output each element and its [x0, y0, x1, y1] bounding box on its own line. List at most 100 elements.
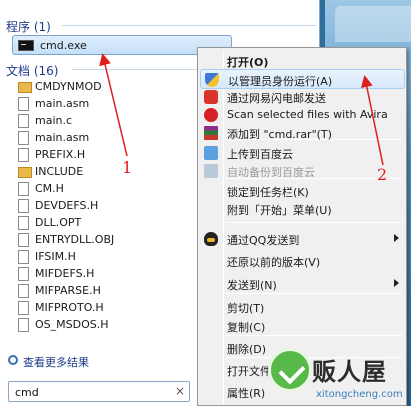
file-icon — [18, 250, 29, 264]
document-label: CM.H — [35, 182, 64, 195]
search-box[interactable]: × — [8, 381, 190, 402]
document-item[interactable]: IFSIM.H — [18, 249, 218, 266]
document-item[interactable]: main.asm — [18, 96, 218, 113]
file-icon — [18, 148, 29, 162]
menu-item-label: 属性(R) — [227, 387, 266, 400]
menu-separator — [226, 178, 402, 179]
document-label: MIFPARSE.H — [35, 284, 101, 297]
document-label: main.asm — [35, 131, 90, 144]
document-label: PREFIX.H — [35, 148, 86, 161]
menu-item-label: 删除(D) — [227, 343, 267, 356]
document-item[interactable]: main.c — [18, 113, 218, 130]
submenu-arrow-icon — [394, 279, 399, 287]
menu-item-label: Scan selected files with Avira — [227, 108, 388, 121]
menu-item-label: 上传到百度云 — [227, 148, 293, 161]
file-icon — [18, 301, 29, 315]
search-icon — [8, 355, 18, 365]
document-item[interactable]: main.asm — [18, 130, 218, 147]
file-icon — [18, 318, 29, 332]
qq-icon — [204, 232, 218, 246]
menu-item[interactable]: 锁定到任务栏(K) — [200, 181, 405, 201]
menu-separator — [226, 293, 402, 294]
watermark-logo — [268, 348, 312, 392]
menu-item-label: 添加到 "cmd.rar"(T) — [227, 128, 332, 141]
document-item[interactable]: MIFPROTO.H — [18, 300, 218, 317]
annotation-label-1: 1 — [122, 158, 133, 177]
divider — [62, 25, 316, 26]
menu-item[interactable]: 复制(C) — [200, 316, 405, 336]
document-item[interactable]: INCLUDE — [18, 164, 218, 181]
annotation-label-2: 2 — [377, 165, 388, 184]
menu-separator — [226, 335, 402, 336]
program-result-label: cmd.exe — [40, 39, 87, 52]
menu-item-label: 锁定到任务栏(K) — [227, 186, 309, 199]
menu-item[interactable]: 打开(O) — [200, 51, 405, 71]
avira-icon — [204, 108, 218, 122]
file-icon — [18, 216, 29, 230]
document-label: ENTRYDLL.OBJ — [35, 233, 115, 246]
file-icon — [18, 233, 29, 247]
baidu-cloud-icon — [204, 146, 218, 160]
documents-group-header[interactable]: 文档 (16) — [6, 62, 58, 79]
menu-item-label: 打开(O) — [227, 56, 269, 69]
search-input[interactable] — [15, 385, 165, 399]
winrar-icon — [204, 126, 218, 140]
menu-item[interactable]: 还原以前的版本(V) — [200, 251, 405, 271]
clear-search-icon[interactable]: × — [175, 384, 185, 398]
document-item[interactable]: MIFPARSE.H — [18, 283, 218, 300]
menu-item[interactable]: 发送到(N) — [200, 274, 405, 294]
menu-item-label: 复制(C) — [227, 321, 266, 334]
document-item[interactable]: OS_MSDOS.H — [18, 317, 218, 334]
watermark-text: 贩人屋 — [312, 357, 387, 386]
document-label: DLL.OPT — [35, 216, 82, 229]
submenu-arrow-icon — [394, 234, 399, 242]
document-label: OS_MSDOS.H — [35, 318, 109, 331]
document-label: CMDYNMOD — [35, 80, 102, 93]
file-icon — [18, 131, 29, 145]
menu-item-label: 剪切(T) — [227, 302, 265, 315]
menu-item[interactable]: 剪切(T) — [200, 297, 405, 317]
document-item[interactable]: CMDYNMOD — [18, 79, 218, 96]
menu-item-label: 发送到(N) — [227, 279, 277, 292]
folder-icon — [18, 167, 32, 178]
programs-group-header[interactable]: 程序 (1) — [6, 18, 51, 35]
file-icon — [18, 114, 29, 128]
file-icon — [18, 97, 29, 111]
folder-icon — [18, 82, 32, 93]
document-label: MIFDEFS.H — [35, 267, 95, 280]
document-item[interactable]: CM.H — [18, 181, 218, 198]
baidu-cloud-disabled-icon — [204, 164, 218, 178]
menu-item-label: 附到「开始」菜单(U) — [227, 204, 332, 217]
document-label: DEVDEFS.H — [35, 199, 99, 212]
see-more-label: 查看更多结果 — [23, 356, 89, 369]
menu-item[interactable]: 通过QQ发送到 — [200, 229, 405, 249]
menu-separator — [226, 222, 402, 223]
cmd-icon — [18, 40, 34, 51]
document-item[interactable]: PREFIX.H — [18, 147, 218, 164]
menu-item-label: 通过网易闪电邮发送 — [227, 92, 326, 105]
file-icon — [18, 267, 29, 281]
document-item[interactable]: MIFDEFS.H — [18, 266, 218, 283]
menu-item[interactable]: 附到「开始」菜单(U) — [200, 199, 405, 219]
watermark-url: xitongcheng.com — [316, 389, 403, 400]
menu-item[interactable]: 上传到百度云 — [200, 143, 405, 163]
menu-item-label: 还原以前的版本(V) — [227, 256, 321, 269]
uac-shield-icon — [205, 73, 219, 87]
document-label: INCLUDE — [35, 165, 84, 178]
menu-item[interactable]: 通过网易闪电邮发送 — [200, 87, 405, 107]
netease-mail-icon — [204, 90, 218, 104]
menu-item[interactable]: Scan selected files with Avira — [200, 105, 405, 125]
menu-item-label: 通过QQ发送到 — [227, 234, 300, 247]
file-icon — [18, 199, 29, 213]
menu-item[interactable]: 添加到 "cmd.rar"(T) — [200, 123, 405, 143]
document-label: MIFPROTO.H — [35, 301, 104, 314]
file-icon — [18, 182, 29, 196]
document-label: IFSIM.H — [35, 250, 76, 263]
document-item[interactable]: DLL.OPT — [18, 215, 218, 232]
document-label: main.asm — [35, 97, 90, 110]
document-item[interactable]: ENTRYDLL.OBJ — [18, 232, 218, 249]
menu-item[interactable]: 以管理员身份运行(A) — [200, 69, 405, 89]
file-icon — [18, 284, 29, 298]
document-label: main.c — [35, 114, 73, 127]
document-item[interactable]: DEVDEFS.H — [18, 198, 218, 215]
